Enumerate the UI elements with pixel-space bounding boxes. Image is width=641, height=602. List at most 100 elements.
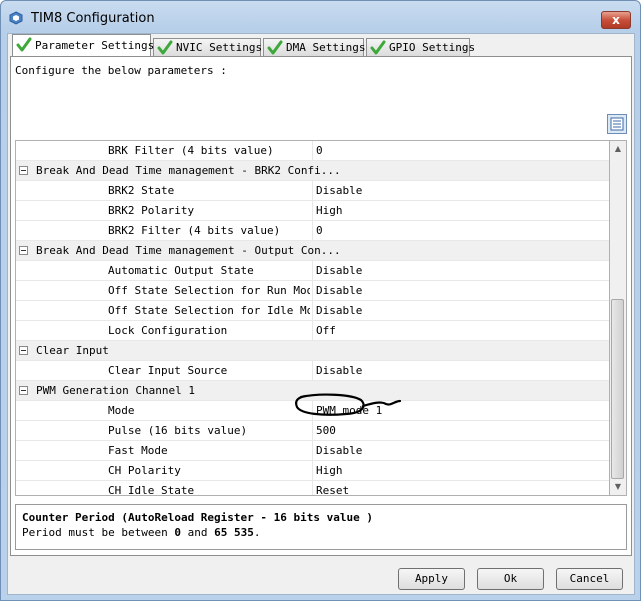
parameter-row[interactable]: BRK2 State Disable [16,181,609,201]
description-box: Counter Period (AutoReload Register - 16… [15,504,627,550]
close-button[interactable]: x [601,11,631,29]
column-divider [312,481,313,495]
parameter-row[interactable]: Off State Selection for Idle Mo... Disabl… [16,301,609,321]
scroll-down-arrow-icon[interactable]: ▼ [610,479,626,495]
collapse-toggle-icon[interactable] [19,346,28,355]
column-divider [312,141,313,161]
parameter-row[interactable]: Clear Input Source Disable [16,361,609,381]
parameter-row[interactable]: Fast Mode Disable [16,441,609,461]
description-min: 0 [174,526,181,539]
parameter-value[interactable]: 0 [316,224,323,237]
parameter-row[interactable]: CH Idle State Reset [16,481,609,496]
column-divider [312,261,313,281]
tab-label: DMA Settings [286,41,366,54]
parameter-value[interactable]: Disable [316,284,362,297]
parameter-name: Pulse (16 bits value) [108,424,248,437]
parameter-row[interactable]: Off State Selection for Run Mod... Disabl… [16,281,609,301]
parameter-row[interactable]: Pulse (16 bits value) 500 [16,421,609,441]
parameter-value[interactable]: High [316,204,343,217]
parameter-name: BRK2 State [108,184,175,197]
parameter-row[interactable]: BRK Filter (4 bits value) 0 [16,141,609,161]
group-name: Break And Dead Time management - Output … [36,244,341,257]
parameter-row[interactable]: Mode PWM mode 1 [16,401,609,421]
title-bar[interactable]: TIM8 Configuration x [1,1,640,35]
description-prefix: Period must be between [22,526,175,539]
column-divider [312,401,313,421]
scroll-thumb[interactable] [611,299,624,479]
instruction-text: Configure the below parameters : [15,64,227,77]
description-text: Period must be between 0 and 65 535. [22,526,260,539]
column-divider [312,421,313,441]
parameter-row[interactable]: CH Polarity High [16,461,609,481]
tab-label: Parameter Settings [35,39,155,52]
parameter-row[interactable]: BRK2 Polarity High [16,201,609,221]
column-divider [312,221,313,241]
group-row[interactable]: PWM Generation Channel 1 [16,381,609,401]
tab-label: NVIC Settings [176,41,263,54]
group-row[interactable]: Break And Dead Time management - Output … [16,241,609,261]
column-divider [312,441,313,461]
parameter-name: BRK2 Filter (4 bits value) [108,224,281,237]
parameter-value[interactable]: PWM mode 1 [316,404,382,417]
check-icon [157,40,173,55]
parameter-row[interactable]: Lock Configuration Off [16,321,609,341]
description-title: Counter Period (AutoReload Register - 16… [22,511,373,524]
parameter-value[interactable]: Disable [316,264,362,277]
column-divider [312,281,313,301]
parameter-name: Mode [108,404,135,417]
parameter-name: Lock Configuration [108,324,228,337]
parameter-value[interactable]: Off [316,324,336,337]
dialog-window: TIM8 Configuration x Parameter Settings N… [0,0,641,601]
collapse-toggle-icon[interactable] [19,386,28,395]
parameter-value[interactable]: Reset [316,484,349,495]
check-icon [370,40,386,55]
parameter-name: BRK2 Polarity [108,204,195,217]
group-name: Break And Dead Time management - BRK2 Co… [36,164,341,177]
column-divider [312,461,313,481]
cancel-button[interactable]: Cancel [556,568,623,590]
column-divider [312,301,313,321]
parameter-panel: Configure the below parameters : BRK Fil… [10,56,632,556]
collapse-toggle-icon[interactable] [19,166,28,175]
collapse-toggle-icon[interactable] [19,246,28,255]
parameter-name: Clear Input Source [108,364,228,377]
parameter-name: Off State Selection for Idle Mo... [108,304,310,317]
parameter-name: CH Idle State [108,484,195,496]
parameter-value[interactable]: 500 [316,424,336,437]
group-row[interactable]: Break And Dead Time management - BRK2 Co… [16,161,609,181]
description-max: 65 535 [214,526,254,539]
description-mid: and [180,526,215,539]
parameter-value[interactable]: 0 [316,144,323,157]
parameter-row[interactable]: BRK2 Filter (4 bits value) 0 [16,221,609,241]
tab-gpio-settings[interactable]: GPIO Settings [366,38,475,56]
vertical-scrollbar[interactable]: ▲ ▼ [610,140,627,496]
apply-button[interactable]: Apply [398,568,465,590]
parameter-name: Fast Mode [108,444,168,457]
tab-dma-settings[interactable]: DMA Settings [263,38,366,56]
group-name: Clear Input [36,344,109,357]
parameter-name: Off State Selection for Run Mod... [108,284,310,297]
parameter-name: CH Polarity [108,464,181,477]
parameter-value[interactable]: Disable [316,304,362,317]
description-suffix: . [253,526,261,539]
check-icon [267,40,283,55]
tab-nvic-settings[interactable]: NVIC Settings [153,38,263,56]
column-divider [312,181,313,201]
dialog-client: Parameter Settings NVIC Settings DMA Setti… [7,33,635,595]
check-icon [16,37,32,52]
scroll-up-arrow-icon[interactable]: ▲ [610,141,626,157]
parameter-grid: BRK Filter (4 bits value) 0 Break And Dead… [15,140,610,496]
column-divider [312,321,313,341]
tab-parameter-settings[interactable]: Parameter Settings [12,34,155,56]
parameter-value[interactable]: Disable [316,364,362,377]
parameter-value[interactable]: High [316,464,343,477]
tab-label: GPIO Settings [389,41,476,54]
parameter-value[interactable]: Disable [316,184,362,197]
parameter-value[interactable]: Disable [316,444,362,457]
window-title: TIM8 Configuration [31,11,155,26]
list-view-icon [610,117,624,131]
ok-button[interactable]: Ok [477,568,544,590]
group-row[interactable]: Clear Input [16,341,609,361]
parameter-row[interactable]: Automatic Output State Disable [16,261,609,281]
list-view-button[interactable] [607,114,627,134]
